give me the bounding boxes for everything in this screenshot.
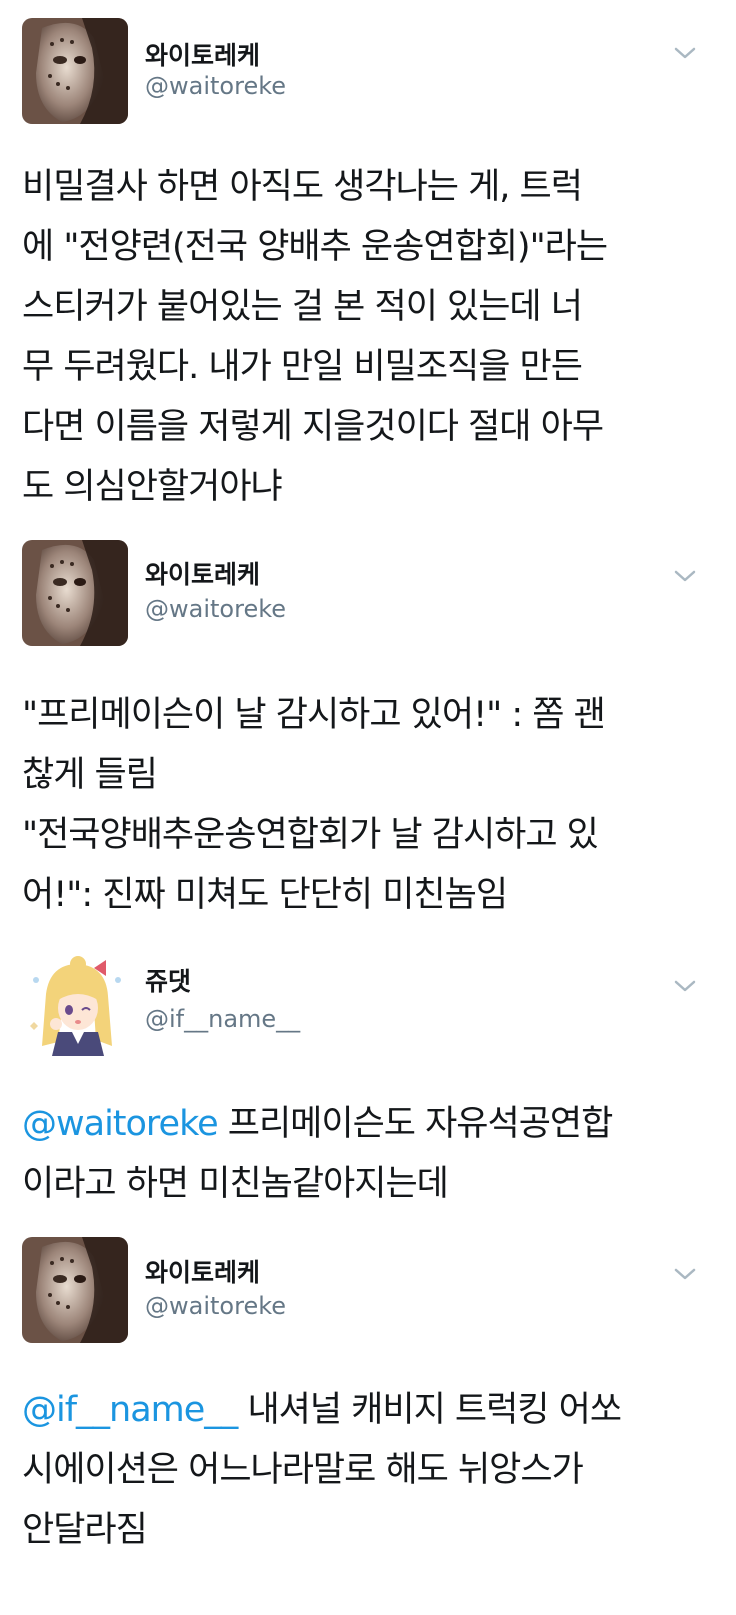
- tweet-text-line: 어!": 진짜 미쳐도 단단히 미친놈임: [22, 875, 508, 915]
- author-handle[interactable]: @waitoreke: [145, 1291, 286, 1321]
- tweet-text: 비밀결사 하면 아직도 생각나는 게, 트럭 에 "전양련(전국 양배추 운송연…: [22, 157, 722, 517]
- tweet-text-line: @if__name__ 내셔널 캐비지 트럭킹 어쏘: [22, 1380, 722, 1440]
- tweet-text-line: "전국양배추운송연합회가 날 감시하고 있: [22, 815, 599, 855]
- masked-face-avatar-icon[interactable]: [22, 18, 128, 124]
- tweet-1: 와이토레케 @waitoreke 비밀결사 하면 아직도 생각나는 게, 트럭 …: [0, 0, 736, 520]
- tweet-text-line: 다면 이름을 저렇게 지을것이다 절대 아무: [22, 407, 604, 447]
- tweet-text-line: 시에이션은 어느나라말로 해도 뉘앙스가: [22, 1450, 584, 1490]
- tweet-text-line: 스티커가 붙어있는 걸 본 적이 있는데 너: [22, 287, 583, 327]
- tweet-2: 와이토레케 @waitoreke "프리메이슨이 날 감시하고 있어!" : 쫌…: [0, 520, 736, 930]
- tweet-text-line: 에 "전양련(전국 양배추 운송연합회)"라는: [22, 227, 608, 267]
- anime-girl-avatar-icon[interactable]: [22, 950, 128, 1056]
- tweet-text-line: @waitoreke 프리메이슨도 자유석공연합: [22, 1094, 722, 1154]
- tweet-text-line: "프리메이슨이 날 감시하고 있어!" : 쫌 괜: [22, 695, 606, 735]
- tweet-text-line: 도 의심안할거아냐: [22, 467, 283, 507]
- tweet-text-line: 무 두려웠다. 내가 만일 비밀조직을 만든: [22, 347, 583, 387]
- mention-link[interactable]: @if__name__: [22, 1390, 238, 1430]
- tweet-4: 와이토레케 @waitoreke @if__name__ 내셔널 캐비지 트럭킹…: [0, 1225, 736, 1615]
- author-name[interactable]: 와이토레케: [145, 41, 260, 71]
- author-name[interactable]: 와이토레케: [145, 560, 260, 590]
- masked-face-avatar-icon[interactable]: [22, 540, 128, 646]
- tweet-text-line: 이라고 하면 미친놈같아지는데: [22, 1164, 449, 1204]
- tweet-text-line: 비밀결사 하면 아직도 생각나는 게, 트럭: [22, 167, 583, 207]
- chevron-down-icon[interactable]: [672, 567, 698, 585]
- tweet-text-segment: 프리메이슨도 자유석공연합: [217, 1104, 614, 1144]
- mention-link[interactable]: @waitoreke: [22, 1104, 219, 1144]
- author-handle[interactable]: @waitoreke: [145, 594, 286, 624]
- tweet-3: 쥬댓 @if__name__ @waitoreke 프리메이슨도 자유석공연합 …: [0, 930, 736, 1225]
- tweet-text: @if__name__ 내셔널 캐비지 트럭킹 어쏘 시에이션은 어느나라말로 …: [22, 1380, 722, 1560]
- tweet-text: "프리메이슨이 날 감시하고 있어!" : 쫌 괜 찮게 들림 "전국양배추운송…: [22, 685, 722, 925]
- tweet-text-line: 안달라짐: [22, 1510, 148, 1550]
- tweet-text: @waitoreke 프리메이슨도 자유석공연합 이라고 하면 미친놈같아지는데: [22, 1094, 722, 1214]
- author-handle[interactable]: @waitoreke: [145, 71, 286, 101]
- chevron-down-icon[interactable]: [672, 977, 698, 995]
- author-name[interactable]: 쥬댓: [145, 967, 191, 997]
- author-handle[interactable]: @if__name__: [145, 1004, 300, 1034]
- chevron-down-icon[interactable]: [672, 1265, 698, 1283]
- tweet-text-line: 찮게 들림: [22, 755, 158, 795]
- masked-face-avatar-icon[interactable]: [22, 1237, 128, 1343]
- tweet-text-segment: 내셔널 캐비지 트럭킹 어쏘: [237, 1390, 622, 1430]
- chevron-down-icon[interactable]: [672, 44, 698, 62]
- author-name[interactable]: 와이토레케: [145, 1258, 260, 1288]
